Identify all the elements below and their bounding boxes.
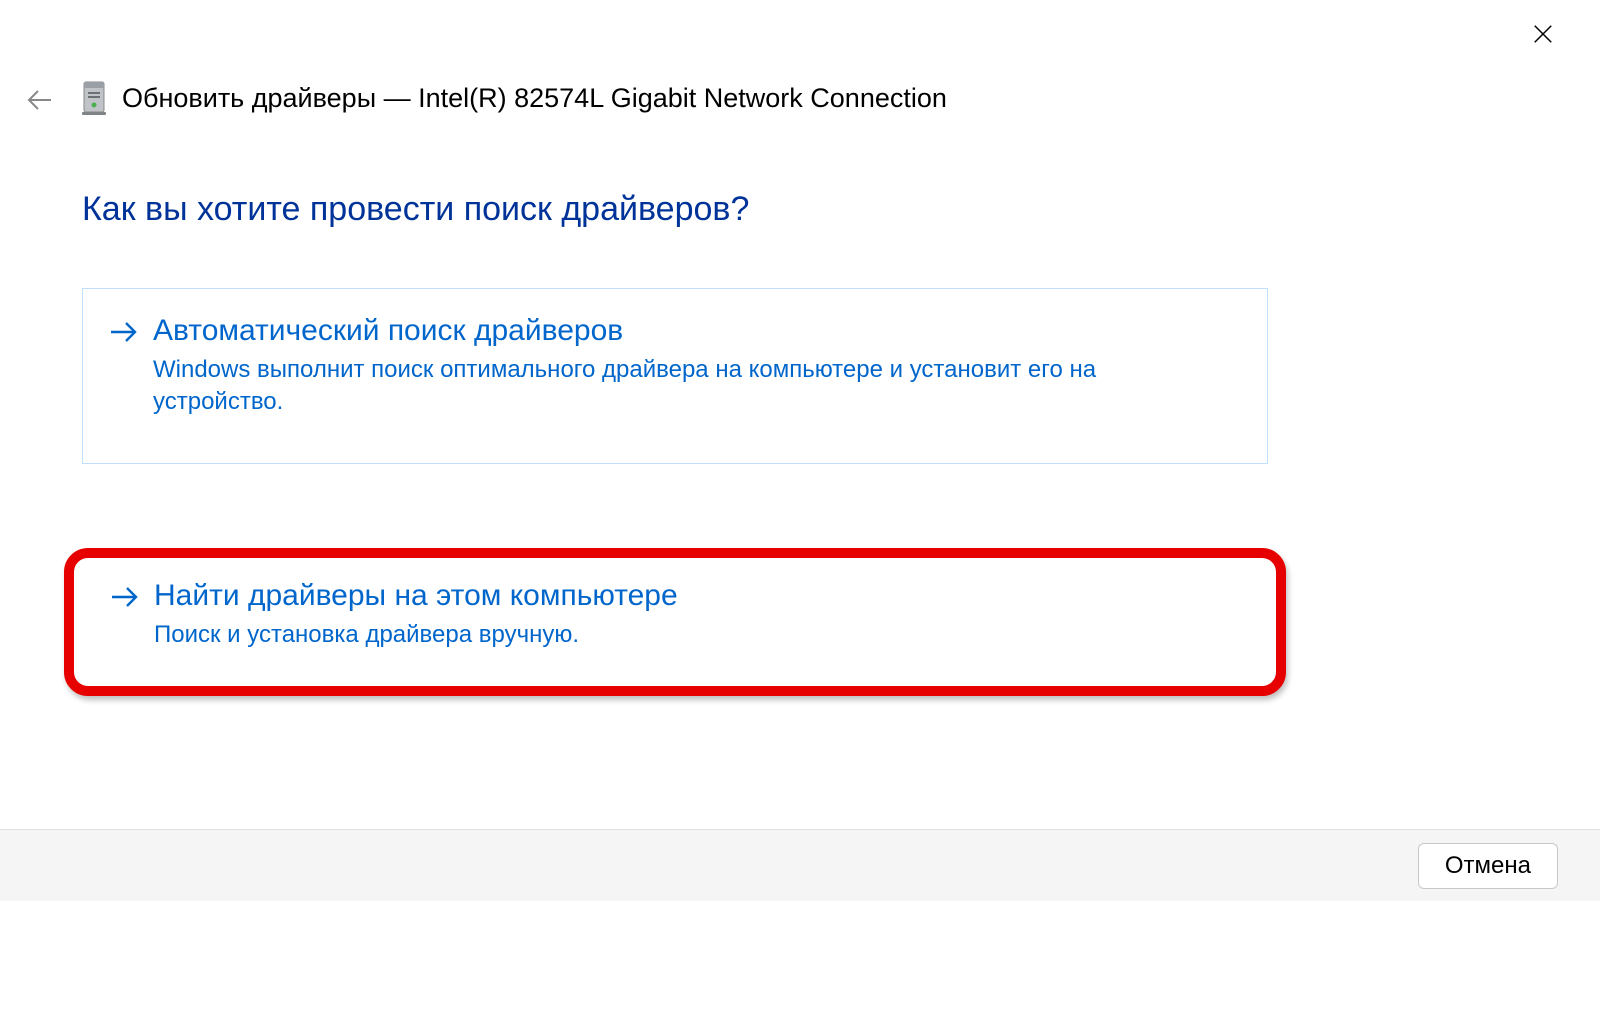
arrow-right-icon	[109, 317, 139, 347]
option-local-description: Поиск и установка драйвера вручную.	[154, 619, 1214, 651]
question-heading: Как вы хотите провести поиск драйверов?	[82, 190, 749, 229]
option-auto-title: Автоматический поиск драйверов	[153, 311, 1241, 350]
close-button[interactable]	[1531, 22, 1555, 46]
cancel-button[interactable]: Отмена	[1418, 843, 1558, 889]
back-button[interactable]	[22, 82, 58, 118]
dialog-footer: Отмена	[0, 829, 1600, 901]
back-arrow-icon	[25, 85, 55, 115]
close-icon	[1532, 23, 1554, 45]
option-auto-search[interactable]: Автоматический поиск драйверов Windows в…	[82, 288, 1268, 464]
option-local-title: Найти драйверы на этом компьютере	[154, 576, 1250, 615]
device-tower-icon	[80, 80, 108, 116]
dialog-header: Обновить драйверы — Intel(R) 82574L Giga…	[80, 80, 947, 116]
option-auto-description: Windows выполнит поиск оптимального драй…	[153, 354, 1213, 419]
option-browse-local[interactable]: Найти драйверы на этом компьютере Поиск …	[64, 548, 1286, 696]
dialog-title: Обновить драйверы — Intel(R) 82574L Giga…	[122, 83, 947, 114]
arrow-right-icon	[110, 582, 140, 612]
